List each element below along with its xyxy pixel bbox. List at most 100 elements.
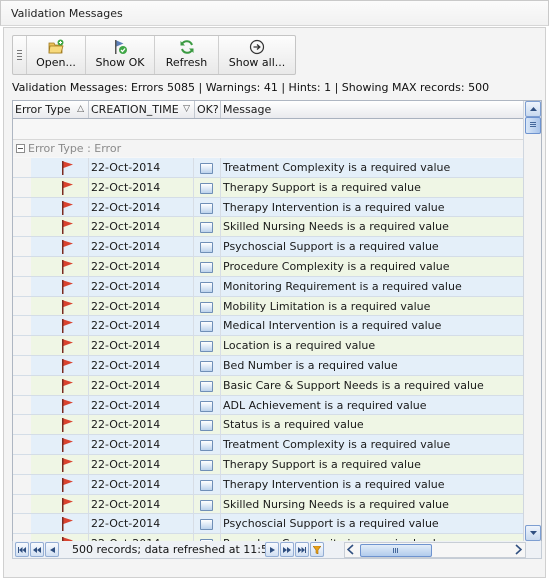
ok-cell: [195, 237, 221, 256]
ok-cell: [195, 296, 221, 316]
table-row[interactable]: 22-Oct-2014 Therapy Support is a required…: [13, 177, 523, 198]
error-type-cell: [31, 237, 89, 256]
column-header-label: OK?: [197, 103, 219, 116]
table-row[interactable]: 22-Oct-2014 Therapy Support is a required…: [13, 454, 523, 475]
group-indent: [13, 514, 31, 534]
ok-checkbox[interactable]: [200, 499, 213, 511]
ok-checkbox[interactable]: [200, 519, 213, 531]
table-row[interactable]: 22-Oct-2014 Skilled Nursing Needs is a re…: [13, 494, 523, 515]
ok-checkbox[interactable]: [200, 459, 213, 471]
ok-checkbox[interactable]: [200, 321, 213, 333]
creation-time-cell: 22-Oct-2014: [89, 534, 194, 541]
group-indent: [13, 316, 31, 336]
error-flag-icon: [62, 161, 73, 175]
table-row[interactable]: 22-Oct-2014 Location is a required value: [13, 336, 523, 356]
messages-grid: Error Type △ CREATION_TIME ▽ OK? Message…: [12, 100, 542, 542]
scroll-right-icon[interactable]: [514, 544, 523, 558]
group-indent: [13, 494, 31, 514]
toolbar-grip-icon[interactable]: [13, 36, 27, 74]
ok-checkbox[interactable]: [200, 380, 213, 392]
error-type-cell: [31, 375, 89, 395]
ok-checkbox[interactable]: [200, 163, 213, 174]
refresh-button[interactable]: Refresh: [155, 36, 219, 74]
ok-checkbox[interactable]: [200, 222, 213, 234]
table-row[interactable]: 22-Oct-2014 Medical Intervention is a req…: [13, 316, 523, 337]
ok-checkbox[interactable]: [200, 261, 213, 273]
ok-checkbox[interactable]: [200, 360, 213, 372]
sort-ascending-icon: △: [77, 104, 84, 114]
horizontal-scrollbar[interactable]: [344, 542, 526, 558]
group-indent: [13, 534, 31, 541]
window-title: Validation Messages: [11, 7, 123, 20]
message-cell: Therapy Support is a required value: [223, 457, 421, 471]
collapse-group-icon[interactable]: [16, 144, 25, 153]
horizontal-scroll-thumb[interactable]: [360, 544, 432, 557]
filter-icon[interactable]: [310, 542, 324, 557]
creation-time-cell: 22-Oct-2014: [89, 454, 194, 474]
next-record-icon[interactable]: [265, 542, 279, 557]
table-row[interactable]: 22-Oct-2014 ADL Achievement is a required…: [13, 395, 523, 416]
table-row[interactable]: 22-Oct-2014 Psychoscial Support is a requ…: [13, 514, 523, 535]
error-type-cell: [31, 534, 89, 541]
column-header-error-type[interactable]: Error Type △: [13, 101, 89, 118]
previous-record-icon[interactable]: [45, 542, 59, 557]
ok-checkbox[interactable]: [200, 341, 213, 353]
error-type-cell: [31, 316, 89, 336]
error-flag-icon: [62, 339, 73, 354]
table-row[interactable]: 22-Oct-2014 Treatment Complexity is a req…: [13, 435, 523, 455]
table-row[interactable]: 22-Oct-2014 Procedure Complexity is a req…: [13, 256, 523, 277]
table-row[interactable]: 22-Oct-2014 Bed Number is a required valu…: [13, 355, 523, 376]
error-type-cell: [31, 395, 89, 415]
table-row[interactable]: 22-Oct-2014 Treatment Complexity is a req…: [13, 158, 523, 178]
next-page-icon[interactable]: [280, 542, 294, 557]
column-header-ok[interactable]: OK?: [195, 101, 221, 118]
show-ok-button[interactable]: Show OK: [86, 36, 155, 74]
scroll-left-icon[interactable]: [346, 544, 355, 558]
vertical-scrollbar[interactable]: [523, 101, 541, 541]
table-row[interactable]: 22-Oct-2014 Therapy Intervention is a req…: [13, 474, 523, 495]
scroll-down-icon[interactable]: [525, 525, 541, 541]
first-page-icon[interactable]: [15, 542, 29, 557]
table-row[interactable]: 22-Oct-2014 Procedure Complexity is a req…: [13, 534, 523, 541]
error-flag-icon: [62, 477, 73, 492]
ok-checkbox[interactable]: [200, 301, 213, 313]
vertical-scroll-thumb[interactable]: [525, 117, 541, 134]
ok-cell: [195, 454, 221, 474]
table-row[interactable]: 22-Oct-2014 Basic Care & Support Needs is…: [13, 375, 523, 396]
group-indent: [13, 177, 31, 197]
last-page-icon[interactable]: [295, 542, 309, 557]
column-header-creation-time[interactable]: CREATION_TIME ▽: [89, 101, 195, 118]
table-row[interactable]: 22-Oct-2014 Skilled Nursing Needs is a re…: [13, 217, 523, 238]
ok-checkbox[interactable]: [200, 440, 213, 452]
message-cell: Psychoscial Support is a required value: [223, 517, 439, 531]
group-row-error[interactable]: Error Type : Error: [13, 139, 523, 157]
table-row[interactable]: 22-Oct-2014 Therapy Intervention is a req…: [13, 197, 523, 218]
grid-header: Error Type △ CREATION_TIME ▽ OK? Message: [13, 101, 523, 119]
ok-checkbox[interactable]: [200, 281, 213, 293]
table-row[interactable]: 22-Oct-2014 Status is a required value: [13, 415, 523, 436]
ok-checkbox[interactable]: [200, 400, 213, 412]
table-row[interactable]: 22-Oct-2014 Monitoring Requirement is a r…: [13, 276, 523, 297]
group-indent: [13, 336, 31, 355]
group-indent: [13, 375, 31, 395]
ok-cell: [195, 256, 221, 276]
table-row[interactable]: 22-Oct-2014 Mobility Limitation is a requ…: [13, 296, 523, 317]
ok-checkbox[interactable]: [200, 420, 213, 432]
ok-checkbox[interactable]: [200, 242, 213, 254]
table-row[interactable]: 22-Oct-2014 Psychoscial Support is a requ…: [13, 237, 523, 257]
group-by-area: Error Type : Error: [13, 119, 523, 158]
creation-time-cell: 22-Oct-2014: [89, 336, 194, 355]
message-cell: ADL Achievement is a required value: [223, 398, 427, 412]
ok-checkbox[interactable]: [200, 202, 213, 214]
previous-page-icon[interactable]: [30, 542, 44, 557]
column-header-message[interactable]: Message: [221, 101, 523, 118]
grid-rows: 22-Oct-2014 Treatment Complexity is a req…: [13, 158, 523, 541]
ok-checkbox[interactable]: [200, 479, 213, 491]
sort-descending-icon: ▽: [183, 104, 190, 114]
show-all-button[interactable]: Show all...: [219, 36, 295, 74]
ok-cell: [195, 415, 221, 435]
open-button[interactable]: Open...: [27, 36, 86, 74]
creation-time-cell: 22-Oct-2014: [89, 435, 194, 454]
scroll-up-icon[interactable]: [525, 101, 541, 117]
ok-checkbox[interactable]: [200, 182, 213, 194]
